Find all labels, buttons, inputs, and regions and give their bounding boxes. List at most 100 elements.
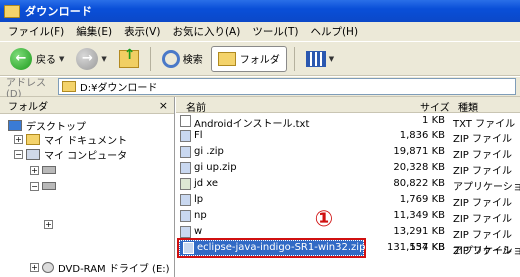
file-list: 名前 サイズ 種類 Androidインストール.txt 1 KB TXT ファイ… — [176, 97, 520, 277]
menu-edit[interactable]: 編集(E) — [76, 24, 112, 39]
folder-pane-header: フォルダ × — [0, 97, 174, 114]
file-size: 131,154 KB — [387, 242, 445, 253]
back-arrow-icon: ← — [10, 47, 32, 70]
file-name: jd xe — [194, 178, 219, 189]
close-icon[interactable]: × — [159, 99, 168, 112]
column-size[interactable]: サイズ — [420, 99, 450, 114]
file-size: 11,349 KB — [393, 210, 445, 221]
up-folder-button[interactable] — [115, 45, 143, 73]
zip-file-icon — [180, 210, 191, 222]
file-name: w — [194, 226, 203, 237]
folder-pane: フォルダ × デスクトップ + マイ ドキュメント − マイ コンピュータ + … — [0, 97, 175, 277]
hard-drive-icon — [42, 166, 56, 174]
folder-icon — [62, 81, 76, 92]
file-row[interactable]: np 11,349 KB ZIP ファイル — [176, 208, 520, 225]
my-documents-icon — [26, 133, 40, 145]
expand-icon[interactable]: + — [30, 262, 39, 272]
tree-item-drive[interactable]: − — [30, 179, 60, 193]
folders-label: フォルダ — [239, 55, 280, 66]
menu-help[interactable]: ヘルプ(H) — [310, 24, 358, 39]
file-name: eclipse-java-indigo-SR1-win32.zip — [197, 242, 366, 253]
views-icon — [305, 50, 326, 67]
zip-file-icon — [180, 146, 191, 158]
expand-icon[interactable]: + — [30, 165, 39, 175]
file-name: gi .zip — [194, 146, 224, 157]
search-button[interactable]: 検索 — [158, 45, 207, 73]
file-type: ZIP ファイル — [453, 166, 513, 177]
chevron-down-icon[interactable]: ▼ — [59, 55, 64, 63]
column-headers: 名前 サイズ 種類 — [176, 97, 520, 114]
zip-file-icon — [180, 194, 191, 206]
folders-button[interactable]: フォルダ — [210, 45, 287, 72]
column-name[interactable]: 名前 — [186, 99, 206, 114]
up-folder-icon — [118, 47, 139, 68]
tree-item-dvd[interactable]: + DVD-RAM ドライブ (E:) — [30, 260, 170, 275]
file-size: 1,836 KB — [399, 130, 445, 141]
file-row[interactable]: gi .zip 19,871 KB ZIP ファイル — [176, 144, 520, 161]
tree-item-my-computer[interactable]: − マイ コンピュータ — [14, 147, 128, 162]
address-bar: アドレス(D) D:¥ダウンロード — [0, 77, 520, 100]
menu-favorites[interactable]: お気に入り(A) — [172, 24, 240, 39]
toolbar-separator — [149, 46, 151, 71]
tree-item-label: マイ コンピュータ — [44, 150, 128, 162]
collapse-icon[interactable]: − — [30, 181, 39, 191]
file-name: gi up.zip — [194, 162, 237, 173]
window-title: ダウンロード — [25, 5, 93, 18]
menu-bar: ファイル(F) 編集(E) 表示(V) お気に入り(A) ツール(T) ヘルプ(… — [0, 22, 520, 42]
file-row[interactable]: Fl 1,836 KB ZIP ファイル — [176, 128, 520, 145]
menu-tools[interactable]: ツール(T) — [252, 24, 298, 39]
file-row[interactable]: Androidインストール.txt 1 KB TXT ファイル — [176, 113, 520, 130]
menu-view[interactable]: 表示(V) — [124, 24, 160, 39]
title-bar: ダウンロード — [0, 0, 520, 22]
file-name: Fl — [194, 130, 203, 141]
search-label: 検索 — [182, 55, 203, 66]
callout-number: ① — [314, 207, 334, 232]
expand-icon[interactable]: + — [44, 219, 53, 229]
tree-item-my-documents[interactable]: + マイ ドキュメント — [14, 132, 127, 147]
file-row[interactable]: w 13,291 KB ZIP ファイル — [176, 224, 520, 241]
file-row[interactable]: lp 1,769 KB ZIP ファイル — [176, 192, 520, 209]
menu-file[interactable]: ファイル(F) — [8, 24, 64, 39]
tree-item-label: DVD-RAM ドライブ (E:) — [58, 263, 170, 275]
dvd-drive-icon — [42, 261, 54, 273]
tree-item-drive[interactable]: + — [30, 163, 60, 177]
file-size: 80,822 KB — [393, 178, 445, 189]
address-label: アドレス(D) — [6, 77, 46, 100]
file-size: 20,328 KB — [393, 162, 445, 173]
file-size: 19,871 KB — [393, 146, 445, 157]
zip-file-icon — [180, 130, 191, 142]
file-row[interactable]: gi up.zip 20,328 KB ZIP ファイル — [176, 160, 520, 177]
tree-item-subfolder[interactable]: + — [44, 217, 56, 231]
toolbar-separator — [293, 46, 295, 71]
selected-file[interactable]: eclipse-java-indigo-SR1-win32.zip — [177, 238, 366, 258]
zip-file-icon — [180, 226, 191, 238]
file-row[interactable]: jd xe 80,822 KB アプリケーション — [176, 176, 520, 193]
address-value: D:¥ダウンロード — [80, 83, 158, 94]
address-field[interactable]: D:¥ダウンロード — [58, 78, 516, 95]
folder-pane-title: フォルダ — [8, 101, 48, 113]
search-icon — [161, 49, 180, 68]
expand-icon[interactable]: + — [14, 134, 23, 144]
tree-item-label: デスクトップ — [26, 121, 86, 133]
text-file-icon — [180, 115, 191, 127]
zip-file-icon — [180, 162, 191, 174]
file-name: np — [194, 210, 207, 221]
column-type[interactable]: 種類 — [458, 99, 478, 114]
forward-button[interactable]: → ▼ — [72, 45, 110, 73]
desktop-icon — [8, 119, 22, 131]
toolbar: ← 戻る ▼ → ▼ 検索 フォルダ ▼ — [0, 42, 520, 76]
chevron-down-icon[interactable]: ▼ — [101, 55, 106, 63]
views-button[interactable]: ▼ — [302, 45, 338, 73]
application-icon — [180, 178, 191, 190]
collapse-icon[interactable]: − — [14, 149, 23, 159]
file-size: 1 KB — [422, 115, 445, 126]
file-type: アプリケーション — [453, 182, 520, 193]
back-button[interactable]: ← 戻る ▼ — [6, 45, 68, 73]
file-type: ZIP ファイル — [453, 214, 513, 225]
file-type: ZIP ファイル — [453, 134, 513, 145]
tree-item-desktop[interactable]: デスクトップ — [8, 118, 86, 133]
file-type: ZIP ファイル — [453, 198, 513, 209]
chevron-down-icon[interactable]: ▼ — [329, 55, 334, 63]
zip-file-icon — [183, 242, 194, 254]
folder-icon — [217, 51, 236, 66]
